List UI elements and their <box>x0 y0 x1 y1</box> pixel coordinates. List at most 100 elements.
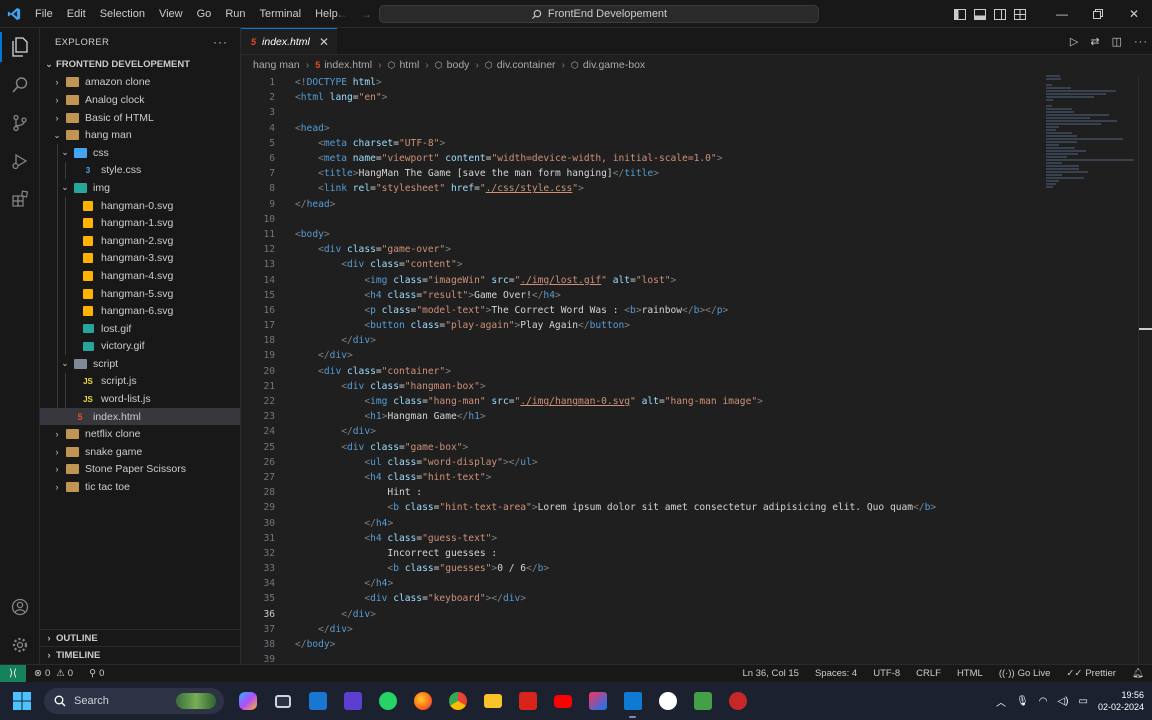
code-line[interactable]: 31 <h4 class="guess-text"> <box>241 531 1152 546</box>
acrobat-icon[interactable] <box>510 682 545 720</box>
tab-index-html[interactable]: 5 index.html ✕ <box>241 28 337 54</box>
chrome-icon[interactable] <box>440 682 475 720</box>
code-line[interactable]: 36 </div> <box>241 607 1152 622</box>
open-changes-icon[interactable]: ⇄ <box>1090 35 1099 48</box>
toggle-secondary-sidebar-icon[interactable] <box>990 0 1010 28</box>
code-line[interactable]: 3 <box>241 105 1152 120</box>
code-line[interactable]: 21 <div class="hangman-box"> <box>241 379 1152 394</box>
windows-start-icon[interactable] <box>0 682 44 720</box>
menu-item-go[interactable]: Go <box>190 0 219 28</box>
menu-item-terminal[interactable]: Terminal <box>253 0 309 28</box>
back-arrow-icon[interactable]: ← <box>336 7 348 21</box>
forward-arrow-icon[interactable]: → <box>360 7 372 21</box>
volume-icon[interactable]: ◁) <box>1057 696 1068 707</box>
remote-indicator-icon[interactable]: ⟩⟨ <box>0 664 26 683</box>
menu-item-run[interactable]: Run <box>218 0 252 28</box>
problems-indicator[interactable]: ⊗ 0 ⚠ 0 <box>26 668 81 679</box>
file-item[interactable]: hangman-1.svg <box>40 214 240 232</box>
code-line[interactable]: 12 <div class="game-over"> <box>241 242 1152 257</box>
code-line[interactable]: 23 <h1>Hangman Game</h1> <box>241 409 1152 424</box>
file-explorer-icon[interactable] <box>475 682 510 720</box>
code-line[interactable]: 10 <box>241 212 1152 227</box>
accounts-icon[interactable] <box>0 588 40 626</box>
more-actions-icon[interactable]: ··· <box>213 35 228 49</box>
folder-item[interactable]: › Basic of HTML <box>40 109 240 127</box>
file-item[interactable]: 5 index.html <box>40 407 240 426</box>
command-center[interactable]: FrontEnd Developement <box>379 5 819 23</box>
code-line[interactable]: 34 </h4> <box>241 576 1152 591</box>
encoding[interactable]: UTF-8 <box>865 668 908 679</box>
folder-item[interactable]: › amazon clone <box>40 74 240 92</box>
microphone-icon[interactable]: 🎙︎ <box>1016 696 1029 707</box>
code-line[interactable]: 28 Hint : <box>241 485 1152 500</box>
clock[interactable]: 19:56 02-02-2024 <box>1098 689 1144 713</box>
vertical-scrollbar[interactable] <box>1138 75 1152 664</box>
code-line[interactable]: 35 <div class="keyboard"></div> <box>241 591 1152 606</box>
recorder-app-icon[interactable] <box>720 682 755 720</box>
file-item[interactable]: victory.gif <box>40 337 240 356</box>
breadcrumb-item[interactable]: div.game-box <box>583 59 645 71</box>
code-line[interactable]: 24 </div> <box>241 424 1152 439</box>
menu-item-view[interactable]: View <box>152 0 190 28</box>
manage-gear-icon[interactable] <box>0 626 40 664</box>
notifications-bell-icon[interactable]: 🔔︎ <box>1124 668 1152 679</box>
close-window-icon[interactable]: ✕ <box>1116 0 1152 28</box>
folder-item[interactable]: ⌄ script <box>40 355 240 373</box>
indentation[interactable]: Spaces: 4 <box>807 668 865 679</box>
intellij-icon[interactable] <box>580 682 615 720</box>
code-line[interactable]: 33 <b class="guesses">0 / 6</b> <box>241 561 1152 576</box>
task-view-icon[interactable] <box>265 682 300 720</box>
file-item[interactable]: hangman-4.svg <box>40 267 240 285</box>
folder-item[interactable]: › tic tac toe <box>40 478 240 496</box>
code-line[interactable]: 27 <h4 class="hint-text"> <box>241 470 1152 485</box>
folder-item[interactable]: › Stone Paper Scissors <box>40 461 240 479</box>
firefox-icon[interactable] <box>405 682 440 720</box>
search-sidebar-icon[interactable] <box>0 66 40 104</box>
breadcrumb-item[interactable]: div.container <box>497 59 556 71</box>
explorer-icon[interactable] <box>0 28 40 66</box>
code-line[interactable]: 20 <div class="container"> <box>241 364 1152 379</box>
code-line[interactable]: 17 <button class="play-again">Play Again… <box>241 318 1152 333</box>
toggle-sidebar-icon[interactable] <box>950 0 970 28</box>
menu-item-selection[interactable]: Selection <box>93 0 152 28</box>
taskbar-search-box[interactable]: Search <box>44 688 224 714</box>
web-app-icon[interactable] <box>685 682 720 720</box>
file-item[interactable]: hangman-6.svg <box>40 302 240 320</box>
youtube-icon[interactable] <box>545 682 580 720</box>
code-line[interactable]: 14 <img class="imageWin" src="./img/lost… <box>241 272 1152 287</box>
more-actions-icon[interactable]: ··· <box>1134 36 1148 48</box>
customize-layout-icon[interactable] <box>1010 0 1030 28</box>
file-item[interactable]: hangman-0.svg <box>40 196 240 215</box>
code-line[interactable]: 32 Incorrect guesses : <box>241 546 1152 561</box>
code-line[interactable]: 15 <h4 class="result">Game Over!</h4> <box>241 288 1152 303</box>
code-line[interactable]: 8 <link rel="stylesheet" href="./css/sty… <box>241 181 1152 196</box>
code-line[interactable]: 22 <img class="hang-man" src="./img/hang… <box>241 394 1152 409</box>
code-line[interactable]: 16 <p class="model-text">The Correct Wor… <box>241 303 1152 318</box>
prettier-button[interactable]: ✓✓ Prettier <box>1058 668 1124 679</box>
pen-app-icon[interactable] <box>335 682 370 720</box>
battery-icon[interactable]: ▭ <box>1079 696 1088 707</box>
minimize-icon[interactable]: — <box>1044 0 1080 28</box>
breadcrumb-item[interactable]: html <box>399 59 419 71</box>
code-line[interactable]: 38 </body> <box>241 637 1152 652</box>
run-debug-icon[interactable] <box>0 142 40 180</box>
split-editor-icon[interactable]: ◫ <box>1112 35 1122 48</box>
code-line[interactable]: 37 </div> <box>241 622 1152 637</box>
timeline-section[interactable]: › TIMELINE <box>40 646 241 663</box>
minimap[interactable] <box>1046 75 1136 188</box>
toggle-panel-icon[interactable] <box>970 0 990 28</box>
code-line[interactable]: 4 <head> <box>241 121 1152 136</box>
code-line[interactable]: 19 </div> <box>241 348 1152 363</box>
code-line[interactable]: 1 <!DOCTYPE html> <box>241 75 1152 90</box>
code-line[interactable]: 13 <div class="content"> <box>241 257 1152 272</box>
workspace-root[interactable]: ⌄ FRONTEND DEVELOPEMENT <box>40 56 240 74</box>
code-line[interactable]: 9 </head> <box>241 197 1152 212</box>
copilot-app-icon[interactable] <box>230 682 265 720</box>
breadcrumb-item[interactable]: hang man <box>253 59 300 71</box>
code-line[interactable]: 25 <div class="game-box"> <box>241 440 1152 455</box>
folder-item[interactable]: › Analog clock <box>40 91 240 109</box>
whatsapp-icon[interactable] <box>370 682 405 720</box>
folder-item[interactable]: › snake game <box>40 443 240 461</box>
file-item[interactable]: JS word-list.js <box>40 390 240 408</box>
end-of-line[interactable]: CRLF <box>908 668 949 679</box>
